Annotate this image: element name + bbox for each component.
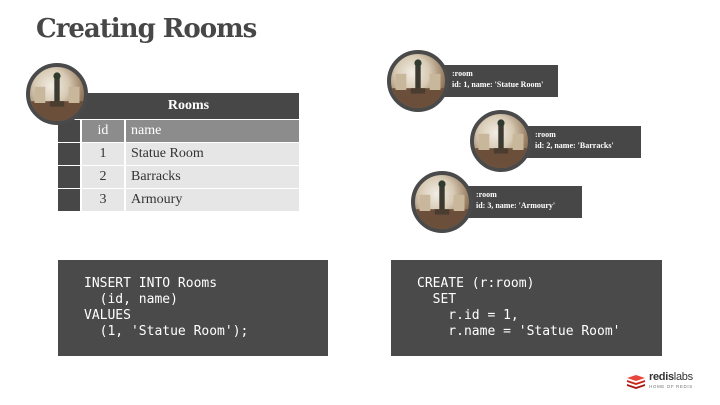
statue-room-picture bbox=[391, 59, 445, 108]
node-label: :room bbox=[476, 190, 497, 199]
logo-wordmark: redislabs bbox=[649, 371, 693, 383]
node-label-box: :room id: 1, name: 'Statue Room' bbox=[444, 65, 558, 97]
node-properties: id: 1, name: 'Statue Room' bbox=[452, 80, 544, 89]
node-label-box: :room id: 2, name: 'Barracks' bbox=[527, 126, 641, 158]
node-properties: id: 3, name: 'Armoury' bbox=[476, 201, 556, 210]
cell-id: 2 bbox=[82, 166, 124, 188]
node-label-box: :room id: 3, name: 'Armoury' bbox=[468, 186, 582, 218]
armoury-picture bbox=[415, 180, 469, 229]
node-label: :room bbox=[452, 69, 473, 78]
column-header-id: id bbox=[82, 120, 124, 142]
statue-room-picture bbox=[30, 72, 84, 121]
cell-id: 3 bbox=[82, 189, 124, 211]
node-properties: id: 2, name: 'Barracks' bbox=[535, 141, 614, 150]
node-avatar bbox=[387, 50, 449, 112]
cell-name: Armoury bbox=[126, 189, 299, 211]
table-row: 2 Barracks bbox=[58, 166, 299, 188]
table-header-row: id name bbox=[58, 120, 299, 142]
slide-title: Creating Rooms bbox=[36, 14, 257, 44]
table-name: Rooms bbox=[58, 93, 299, 119]
cell-id: 1 bbox=[82, 143, 124, 165]
column-header-name: name bbox=[126, 120, 299, 142]
row-stub bbox=[58, 166, 80, 188]
table-row: 3 Armoury bbox=[58, 189, 299, 211]
barracks-picture bbox=[474, 119, 528, 168]
cell-name: Barracks bbox=[126, 166, 299, 188]
row-stub bbox=[58, 143, 80, 165]
sql-code-block: INSERT INTO Rooms (id, name) VALUES (1, … bbox=[58, 260, 328, 356]
table-row: 1 Statue Room bbox=[58, 143, 299, 165]
row-stub bbox=[58, 189, 80, 211]
redis-cube-icon bbox=[627, 375, 645, 389]
rooms-table: Rooms id name 1 Statue Room 2 Barracks 3… bbox=[58, 93, 299, 211]
logo-tagline: HOME OF REDIS bbox=[649, 384, 693, 389]
node-avatar bbox=[411, 171, 473, 233]
redislabs-logo: redislabs HOME OF REDIS bbox=[626, 371, 693, 391]
node-label: :room bbox=[535, 130, 556, 139]
cell-name: Statue Room bbox=[126, 143, 299, 165]
node-avatar bbox=[470, 110, 532, 172]
room-photo-avatar bbox=[26, 63, 88, 125]
cypher-code-block: CREATE (r:room) SET r.id = 1, r.name = '… bbox=[391, 260, 662, 356]
